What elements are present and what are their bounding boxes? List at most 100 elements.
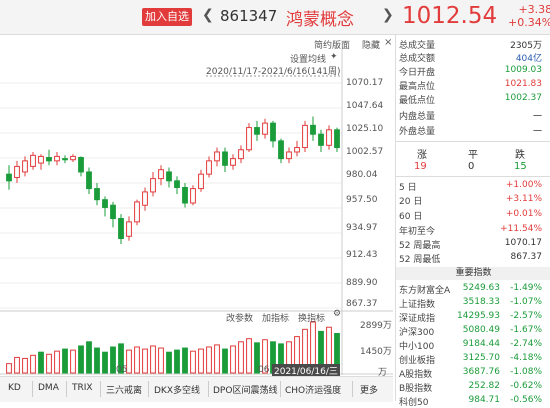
tab-sanliu[interactable]: 三六戒离 bbox=[106, 383, 142, 396]
summary-value: 一 bbox=[532, 112, 542, 122]
volume-bar bbox=[134, 346, 140, 374]
volume-axis-label: 1450万 bbox=[360, 347, 392, 357]
period-row: 52 周最低 867.37 bbox=[396, 252, 546, 265]
volume-bar bbox=[78, 345, 84, 374]
tab-divider bbox=[32, 381, 33, 397]
period-key: 52 周最高 bbox=[399, 241, 441, 251]
period-value: 1070.17 bbox=[504, 238, 542, 248]
add-favorite-button[interactable]: 加入自选 bbox=[142, 8, 192, 26]
candle-body bbox=[166, 171, 172, 182]
index-name: 上证指数 bbox=[399, 300, 436, 310]
index-row[interactable]: B股指数 252.82 -0.62% bbox=[396, 381, 546, 394]
pin-icon[interactable]: ✦ bbox=[330, 52, 338, 62]
index-row[interactable]: 中小100 9184.44 -2.74% bbox=[396, 339, 546, 352]
period-key: 60 日 bbox=[399, 212, 423, 222]
price-axis-label: 934.97 bbox=[346, 223, 378, 233]
change-params-link[interactable]: 改参数 bbox=[226, 311, 253, 324]
candle-body bbox=[278, 140, 284, 160]
volume-bar bbox=[110, 346, 116, 374]
candle-body bbox=[222, 151, 228, 166]
period-key: 5 日 bbox=[399, 183, 417, 193]
price-axis-label: 980.04 bbox=[346, 170, 378, 180]
tab-trix[interactable]: TRIX bbox=[72, 383, 93, 393]
chevron-right-icon[interactable]: ❯ bbox=[382, 7, 394, 23]
x-axis-label: 06 bbox=[258, 365, 270, 375]
volume-bar bbox=[94, 347, 100, 374]
volume-bar bbox=[206, 346, 212, 374]
candle-body bbox=[246, 127, 252, 151]
candle-body bbox=[30, 154, 36, 167]
volume-bar bbox=[70, 349, 76, 374]
summary-key: 总成交额 bbox=[399, 54, 436, 64]
candle-body bbox=[214, 151, 220, 162]
candle-body bbox=[110, 204, 116, 220]
volume-bar bbox=[150, 345, 156, 374]
index-percent: -1.08% bbox=[510, 367, 542, 377]
period-row: 年初至今 +11.54% bbox=[396, 224, 546, 237]
tab-dkx[interactable]: DKX多空线 bbox=[154, 383, 200, 396]
tab-more[interactable]: 更多 bbox=[360, 383, 378, 396]
index-row[interactable]: 创业板指 3125.70 -4.18% bbox=[396, 353, 546, 366]
divider bbox=[396, 141, 550, 142]
settings-icon[interactable]: ⚙ bbox=[333, 309, 341, 319]
index-price: 5249.63 bbox=[462, 283, 500, 293]
close-icon[interactable]: × bbox=[384, 37, 392, 48]
candle-body bbox=[294, 147, 300, 153]
volume-bar bbox=[238, 341, 244, 374]
candle-body bbox=[198, 173, 204, 190]
quote-detail-panel: 总成交量 2305万 总成交额 404亿 今日开盘 1009.03 最高点位 1021.… bbox=[395, 35, 550, 408]
hide-button[interactable]: 隐藏 bbox=[362, 38, 380, 51]
unchanged-count: 0 bbox=[468, 161, 475, 172]
period-row: 5 日 +1.00% bbox=[396, 180, 546, 193]
candle-body bbox=[102, 199, 108, 208]
index-row[interactable]: 沪深300 5080.49 -1.67% bbox=[396, 325, 546, 338]
index-name: 深证成指 bbox=[399, 314, 436, 324]
summary-value: 2305万 bbox=[510, 41, 542, 51]
summary-key: 内盘总量 bbox=[399, 112, 436, 122]
index-name: 沪深300 bbox=[399, 328, 435, 338]
volume-bar bbox=[174, 349, 180, 374]
tab-dpo[interactable]: DPO区间震荡线 bbox=[213, 383, 277, 396]
stock-name: 鸿蒙概念 bbox=[286, 10, 354, 30]
index-row[interactable]: 科创50 984.71 -0.56% bbox=[396, 395, 546, 408]
summary-key: 最高点位 bbox=[399, 82, 436, 92]
index-row[interactable]: 深证成指 14295.93 -2.57% bbox=[396, 311, 546, 324]
kline-chart-panel: 简约版面 隐藏 × 设置均线 2020/11/17-2021/6/16(141周… bbox=[0, 35, 393, 378]
volume-bar bbox=[214, 344, 220, 374]
simple-layout-toggle[interactable]: 简约版面 bbox=[314, 38, 350, 51]
add-indicator-link[interactable]: 加指标 bbox=[262, 311, 289, 324]
period-value: +0.01% bbox=[505, 209, 542, 219]
summary-row: 最低点位 1002.37 bbox=[396, 93, 546, 106]
indicator-tabs: KD DMA TRIX 三六戒离 DKX多空线 DPO区间震荡线 CHO济运强度… bbox=[0, 376, 393, 402]
price-axis-label: 889.90 bbox=[346, 278, 378, 288]
tab-divider bbox=[100, 381, 101, 397]
swap-indicator-link[interactable]: 换指标 bbox=[298, 311, 325, 324]
volume-bar bbox=[14, 356, 20, 374]
period-key: 年初至今 bbox=[399, 227, 436, 237]
candle-body bbox=[286, 151, 292, 160]
tab-cho[interactable]: CHO济运强度 bbox=[285, 383, 341, 396]
period-key: 20 日 bbox=[399, 197, 423, 207]
candle-body bbox=[254, 127, 260, 135]
quote-header: 加入自选 ❮ 861347 鸿蒙概念 ❯ 1012.54 +3.38 +0.34… bbox=[0, 0, 550, 35]
index-price: 3518.33 bbox=[462, 297, 500, 307]
price-axis-label: 1070.17 bbox=[346, 78, 384, 88]
index-percent: -0.56% bbox=[510, 395, 542, 405]
candle-body bbox=[54, 155, 60, 162]
period-value: +11.54% bbox=[500, 224, 542, 234]
volume-bar bbox=[166, 351, 172, 374]
index-row[interactable]: 上证指数 3518.33 -1.07% bbox=[396, 297, 546, 310]
candle-body bbox=[310, 124, 316, 135]
index-row[interactable]: A股指数 3687.76 -1.08% bbox=[396, 367, 546, 380]
summary-row: 总成交量 2305万 bbox=[396, 38, 546, 51]
tab-kd[interactable]: KD bbox=[8, 383, 21, 393]
index-row[interactable]: 东方财富全A 5249.63 -1.49% bbox=[396, 283, 546, 296]
chevron-left-icon[interactable]: ❮ bbox=[202, 7, 214, 23]
tab-divider bbox=[280, 381, 281, 397]
candle-body bbox=[334, 129, 340, 149]
tab-dma[interactable]: DMA bbox=[38, 383, 59, 393]
kline-chart[interactable] bbox=[0, 35, 393, 375]
stock-code: 861347 bbox=[220, 7, 278, 25]
summary-row: 总成交额 404亿 bbox=[396, 51, 546, 64]
candle-body bbox=[14, 165, 20, 178]
